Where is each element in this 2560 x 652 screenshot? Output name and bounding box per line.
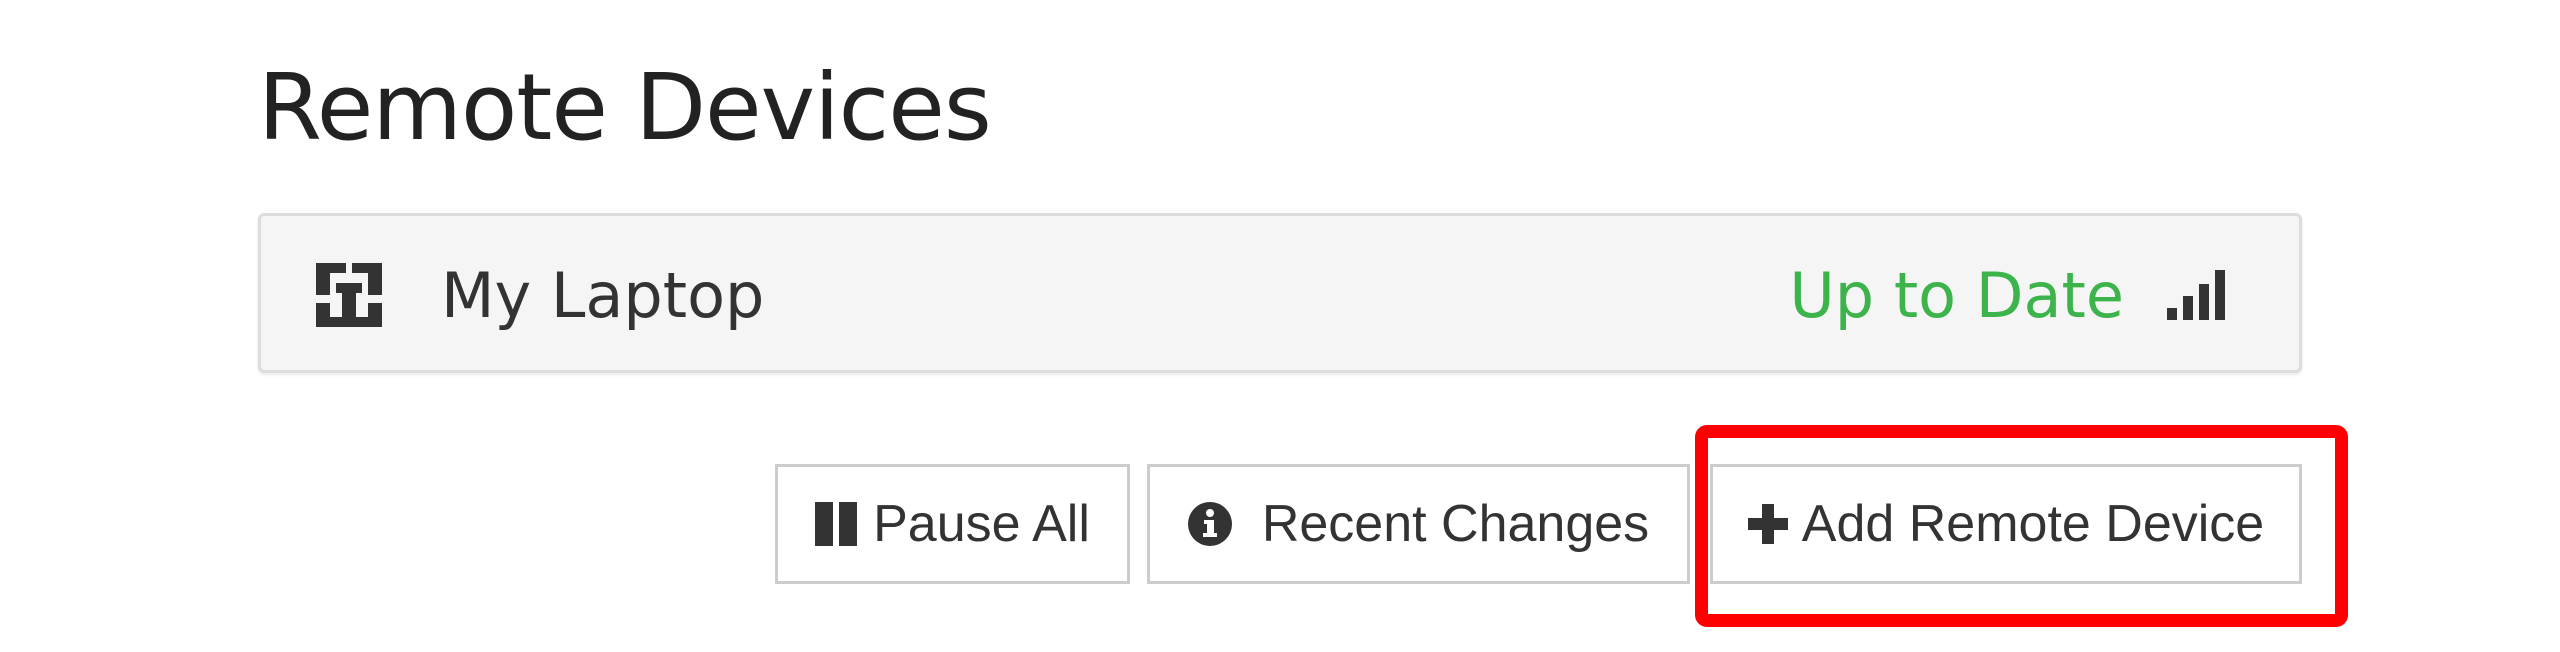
pause-all-label: Pause All <box>873 495 1090 553</box>
signal-bars-icon <box>2167 270 2227 320</box>
recent-changes-button[interactable]: Recent Changes <box>1147 464 1690 584</box>
pause-icon <box>815 502 859 546</box>
plus-icon <box>1747 504 1788 544</box>
device-panel-my-laptop[interactable]: My Laptop Up to Date <box>258 213 2302 373</box>
recent-changes-label: Recent Changes <box>1261 495 1650 553</box>
info-circle-icon <box>1187 502 1232 546</box>
device-status: Up to Date <box>1789 259 2124 332</box>
add-remote-device-label: Add Remote Device <box>1801 495 2265 553</box>
add-remote-device-button[interactable]: Add Remote Device <box>1710 464 2302 584</box>
page-title: Remote Devices <box>258 54 992 161</box>
remote-devices-section: Remote Devices My Laptop Up to Date Paus… <box>0 0 2560 652</box>
pause-all-button[interactable]: Pause All <box>775 464 1130 584</box>
device-logo-icon <box>316 263 382 327</box>
device-name: My Laptop <box>441 259 765 332</box>
